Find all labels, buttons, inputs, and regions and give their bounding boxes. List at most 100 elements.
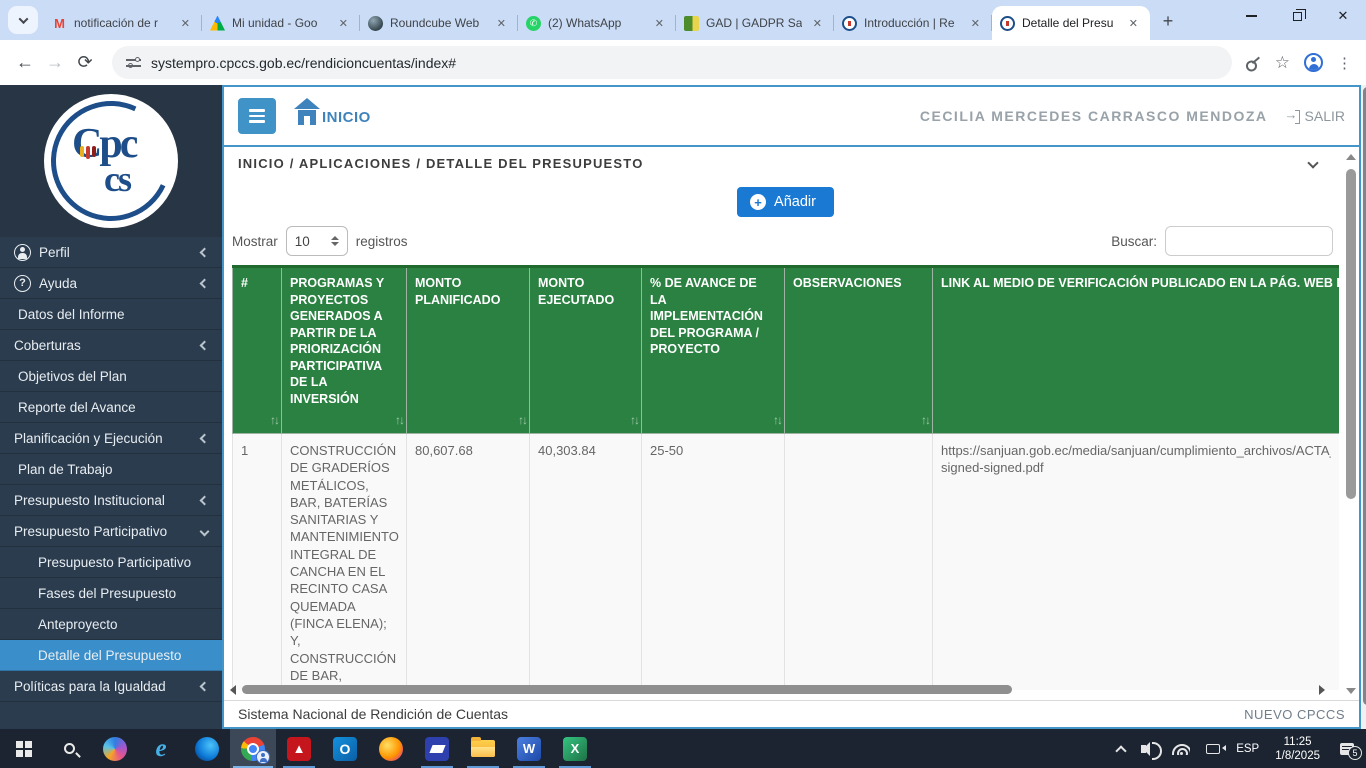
sidebar-item-ayuda[interactable]: Ayuda [0,268,222,299]
sidebar-item-datos-del-informe[interactable]: Datos del Informe [0,299,222,330]
volume-icon[interactable] [1141,745,1146,753]
tab-close-icon[interactable]: ✕ [177,15,194,32]
tab-search-button[interactable] [8,6,38,34]
browser-tab[interactable]: Detalle del Presu✕ [992,6,1150,40]
col-header-observaciones[interactable]: OBSERVACIONES↑↓ [785,267,933,434]
address-bar[interactable]: systempro.cpccs.gob.ec/rendicioncuentas/… [112,46,1232,79]
browser-tab[interactable]: Mnotificación de r✕ [44,6,202,40]
tray-chevron-up-icon[interactable] [1116,745,1127,756]
clock[interactable]: 11:25 1/8/2025 [1275,735,1320,763]
sidebar-item-coberturas[interactable]: Coberturas [0,330,222,361]
password-key-icon[interactable] [1240,51,1264,75]
sidebar-item-planificaci-n-y-ejecuci-n[interactable]: Planificación y Ejecución [0,423,222,454]
scanner-taskbar-icon[interactable] [414,729,460,768]
copilot-icon [103,737,127,761]
browser-tab[interactable]: (2) WhatsApp✕ [518,6,676,40]
scroll-left-icon[interactable] [230,685,236,695]
sidebar-item-fases-del-presupuesto[interactable]: Fases del Presupuesto [0,578,222,609]
sidebar-item-reporte-del-avance[interactable]: Reporte del Avance [0,392,222,423]
start-taskbar-icon[interactable] [0,729,46,768]
table-row: 1 CONSTRUCCIÓN DE GRADERÍOS METÁLICOS, B… [233,434,1340,691]
breadcrumb[interactable]: INICIO / APLICACIONES / DETALLE DEL PRES… [238,156,644,171]
browser-tab[interactable]: Mi unidad - Goo✕ [202,6,360,40]
browser-menu-icon[interactable]: ⋮ [1337,54,1352,72]
sidebar-item-plan-de-trabajo[interactable]: Plan de Trabajo [0,454,222,485]
keyboard-language[interactable]: ESP [1236,743,1259,755]
restore-button[interactable] [1274,0,1320,32]
site-settings-icon[interactable] [126,56,141,69]
page-vertical-scrollbar[interactable] [1343,151,1358,697]
sidebar: Cpc cs PerfilAyudaDatos del InformeCober… [0,85,222,729]
browser-scrollbar[interactable] [1361,85,1366,729]
col-header-num[interactable]: #↑↓ [233,267,282,434]
col-header-link[interactable]: LINK AL MEDIO DE VERIFICACIÓN PUBLICADO … [933,267,1340,434]
browser-tab[interactable]: Introducción | Re✕ [834,6,992,40]
cell-link: https://sanjuan.gob.ec/media/sanjuan/cum… [933,434,1340,691]
tab-close-icon[interactable]: ✕ [1125,15,1142,32]
reload-button[interactable]: ⟳ [70,48,100,78]
search-taskbar-icon[interactable] [46,729,92,768]
tab-close-icon[interactable]: ✕ [335,15,352,32]
hamburger-menu-button[interactable] [238,98,276,134]
excel-icon: X [563,737,587,761]
scroll-down-icon[interactable] [1346,688,1356,694]
forward-button[interactable]: → [40,48,70,78]
horizontal-scrollbar[interactable] [230,683,1325,696]
outlook-taskbar-icon[interactable]: O [322,729,368,768]
sidebar-item-presupuesto-institucional[interactable]: Presupuesto Institucional [0,485,222,516]
breadcrumb-collapse-icon[interactable] [1307,157,1318,168]
meet-now-icon[interactable] [1206,744,1220,754]
minimize-button[interactable] [1228,0,1274,32]
gad-favicon [684,16,699,31]
excel-taskbar-icon[interactable]: X [552,729,598,768]
sidebar-item-presupuesto-participativo[interactable]: Presupuesto Participativo [0,547,222,578]
vertical-scroll-thumb[interactable] [1346,169,1356,499]
new-tab-button[interactable]: + [1154,7,1182,35]
col-header-programas[interactable]: PROGRAMAS Y PROYECTOS GENERADOS A PARTIR… [282,267,407,434]
sidebar-item-presupuesto-participativo[interactable]: Presupuesto Participativo [0,516,222,547]
back-button[interactable]: ← [10,48,40,78]
scroll-right-icon[interactable] [1319,685,1325,695]
scroll-up-icon[interactable] [1346,154,1356,160]
search-label: Buscar: [1111,234,1157,249]
notification-center-icon[interactable]: 5 [1340,743,1354,755]
bookmark-star-icon[interactable]: ☆ [1275,54,1290,71]
search-icon [64,743,75,754]
firefox-taskbar-icon[interactable] [368,729,414,768]
word-taskbar-icon[interactable]: W [506,729,552,768]
wifi-icon[interactable] [1172,743,1190,755]
chrome-taskbar-icon[interactable] [230,729,276,768]
close-button[interactable]: ✕ [1320,0,1366,32]
edge-taskbar-icon[interactable] [184,729,230,768]
search-input[interactable] [1165,226,1333,256]
browser-tab[interactable]: Roundcube Web✕ [360,6,518,40]
col-header-monto-planificado[interactable]: MONTO PLANIFICADO↑↓ [407,267,530,434]
profile-avatar-icon[interactable] [1304,53,1323,72]
col-header-avance[interactable]: % DE AVANCE DE LA IMPLEMENTACIÓN DEL PRO… [642,267,785,434]
ie-taskbar-icon[interactable]: e [138,729,184,768]
sidebar-item-anteproyecto[interactable]: Anteproyecto [0,609,222,640]
acrobat-taskbar-icon[interactable]: ▲ [276,729,322,768]
col-header-monto-ejecutado[interactable]: MONTO EJECUTADO↑↓ [530,267,642,434]
sidebar-item-objetivos-del-plan[interactable]: Objetivos del Plan [0,361,222,392]
add-button[interactable]: + Añadir [737,187,834,217]
sidebar-item-detalle-del-presupuesto[interactable]: Detalle del Presupuesto [0,640,222,671]
browser-scroll-thumb[interactable] [1363,87,1366,705]
tab-close-icon[interactable]: ✕ [809,15,826,32]
tab-close-icon[interactable]: ✕ [967,15,984,32]
browser-tab[interactable]: GAD | GADPR Sa✕ [676,6,834,40]
copilot-taskbar-icon[interactable] [92,729,138,768]
scanner-icon [425,737,449,761]
budget-table: #↑↓ PROGRAMAS Y PROYECTOS GENERADOS A PA… [232,265,1339,690]
explorer-taskbar-icon[interactable] [460,729,506,768]
sidebar-item-label: Perfil [39,245,70,260]
page-size-select[interactable]: 10 [286,226,348,256]
horizontal-scroll-thumb[interactable] [242,685,1012,694]
cell-ejecutado: 40,303.84 [530,434,642,691]
tab-close-icon[interactable]: ✕ [651,15,668,32]
sidebar-item-perfil[interactable]: Perfil [0,237,222,268]
logout-button[interactable]: SALIR [1286,108,1345,124]
sidebar-item-pol-ticas-para-la-igualdad[interactable]: Políticas para la Igualdad [0,671,222,702]
home-link[interactable]: INICIO [294,106,371,126]
tab-close-icon[interactable]: ✕ [493,15,510,32]
